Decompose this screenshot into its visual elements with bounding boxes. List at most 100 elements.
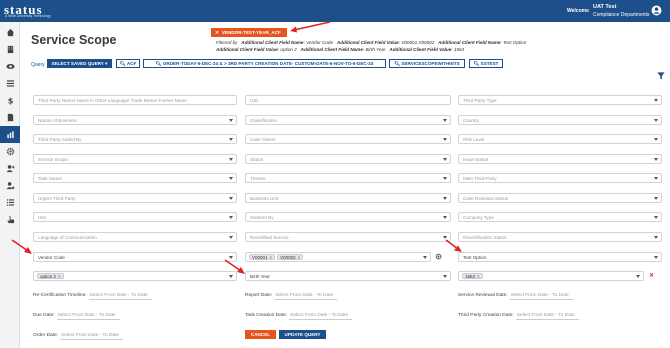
ordered-by-select[interactable]: Ordered By: [245, 212, 451, 222]
uid-input[interactable]: UID: [245, 95, 451, 105]
report-date[interactable]: Report Date: Select From Date - To Date: [245, 293, 338, 300]
chevron-down-icon: [654, 256, 658, 259]
tag-close-icon[interactable]: ×: [58, 274, 61, 279]
sidebar-item-add-user[interactable]: [0, 160, 20, 177]
case-owner-select[interactable]: Case Owner: [245, 134, 451, 144]
recertified-service-select[interactable]: Recertified Service: [245, 232, 451, 242]
building-icon: [7, 45, 13, 54]
tag-label: 1963: [465, 273, 476, 279]
status-select[interactable]: Status: [245, 154, 451, 164]
query-acf-label: ACF: [126, 61, 137, 66]
recertification-status-select[interactable]: Recertification Status: [458, 232, 662, 242]
sidebar-item-documents[interactable]: [0, 109, 20, 126]
case-reviewal-status-select[interactable]: Case Reviewal Status: [458, 193, 662, 203]
query-acf-button[interactable]: 🔍︎ ACF: [116, 59, 140, 68]
query-order-label: ORDER-TODAY-6-DEC-24 & > 3RD PARTY CREAT…: [162, 61, 374, 66]
filter-field-label: Additional Client Field Name: [241, 40, 304, 45]
select-saved-query-dropdown[interactable]: SELECT SAVED QUERY ▾: [47, 59, 112, 68]
date-range-input[interactable]: Select From Date - To Date: [60, 333, 124, 340]
hand-pointer-icon: [6, 215, 14, 224]
active-filter-label: VENDOR-TEST-YEAR_ACF: [221, 30, 281, 35]
tag-chip: option 2 ×: [37, 273, 64, 279]
query-servicescope-button[interactable]: 🔍︎ SERVICESCOPEWITHINTS: [389, 59, 465, 68]
tag-chip: V00001 ×: [249, 254, 276, 260]
service-scope-select[interactable]: Service Scope: [33, 154, 237, 164]
search-icon: 🔍︎: [155, 60, 162, 66]
business-unit-select[interactable]: Business Unit: [245, 193, 451, 203]
sidebar-item-tasks[interactable]: [0, 194, 20, 211]
remove-row-icon[interactable]: ✕: [649, 272, 654, 279]
third-party-added-by-select[interactable]: Third Party Added By: [33, 134, 237, 144]
date-range-input[interactable]: Select From Date - To Date: [88, 293, 152, 300]
chevron-down-icon: [229, 236, 233, 239]
tag-close-icon[interactable]: ×: [298, 255, 301, 260]
date-range-input[interactable]: Select From Date - To Date: [289, 313, 353, 320]
date-label: Order Date:: [33, 333, 59, 338]
date-range-input[interactable]: Select From Date - To Date: [509, 293, 573, 300]
task-creation-date[interactable]: Task Creation Date: Select From Date - To…: [245, 313, 353, 320]
theatre-select[interactable]: Theatre: [245, 173, 451, 183]
main-third-party-select[interactable]: Main Third Party: [458, 173, 662, 183]
date-range-input[interactable]: Select From Date - To Date: [56, 313, 120, 320]
issue-status-select[interactable]: Issue Status: [458, 154, 662, 164]
date-range-input[interactable]: Select From Date - To Date: [274, 293, 338, 300]
urgent-third-party-select[interactable]: Urgent Third Party: [33, 193, 237, 203]
date-label: Task Creation Date:: [245, 313, 288, 318]
active-filter-chip[interactable]: ✕ VENDOR-TEST-YEAR_ACF: [211, 28, 287, 37]
tag-close-icon[interactable]: ×: [477, 274, 480, 279]
filter-field-value: 1963: [453, 47, 465, 52]
third-party-type-select[interactable]: Third Party Type: [458, 95, 662, 105]
vendor-code-select[interactable]: Vendor Code: [33, 252, 237, 262]
filter-field-value: Test Option: [502, 40, 527, 45]
filter-field-label: Additional Client Field Value: [389, 47, 452, 52]
classification-select[interactable]: Classification: [245, 115, 451, 125]
vendor-code-values-select[interactable]: V00001 × V00002 ×: [245, 252, 431, 262]
test-option-values-select[interactable]: option 2 ×: [33, 271, 237, 281]
user-avatar-icon[interactable]: [651, 5, 662, 16]
query-order-button[interactable]: 🔍︎ ORDER-TODAY-6-DEC-24 & > 3RD PARTY CR…: [143, 59, 386, 68]
language-of-communication-select[interactable]: Language of Communication: [33, 232, 237, 242]
task-status-select[interactable]: Task Status: [33, 173, 237, 183]
sidebar-item-view[interactable]: [0, 58, 20, 75]
sidebar-item-home[interactable]: [0, 24, 20, 41]
cancel-button[interactable]: CANCEL: [245, 330, 276, 339]
sidebar-item-reports[interactable]: [0, 126, 20, 143]
country-select[interactable]: Country: [458, 115, 662, 125]
query-sstest-button[interactable]: 🔍︎ SSTEST: [469, 59, 503, 68]
sidebar-item-billing[interactable]: $: [0, 92, 20, 109]
sidebar-item-building[interactable]: [0, 41, 20, 58]
risk-level-select[interactable]: Risk Level: [458, 134, 662, 144]
filter-funnel-icon[interactable]: [657, 72, 665, 80]
filter-field-value: Birth Year: [365, 47, 386, 52]
birth-year-values-select[interactable]: 1963 ×: [458, 271, 644, 281]
nature-of-business-select[interactable]: Nature of Business: [33, 115, 237, 125]
test-option-select[interactable]: Test Option: [458, 252, 662, 262]
recert-timeline-date[interactable]: Re-Certification Timeline: Select From Da…: [33, 293, 152, 300]
birth-year-select[interactable]: Birth Year: [245, 271, 451, 281]
tag-close-icon[interactable]: ×: [270, 255, 273, 260]
filter-field-value: option 2: [280, 47, 297, 52]
hits-select[interactable]: Hits: [33, 212, 237, 222]
service-reviewal-date[interactable]: Service Reviewal Date: Select From Date -…: [458, 293, 573, 300]
filter-field-label: Additional Client Field Name: [300, 47, 363, 52]
sidebar-item-interact[interactable]: [0, 211, 20, 228]
close-icon[interactable]: ✕: [215, 30, 219, 36]
third-party-name-input[interactable]: Third Party Name/ Name in Other Language…: [33, 95, 237, 105]
logo-subtitle: A Wise University Technology: [5, 14, 51, 18]
chevron-down-icon: [229, 158, 233, 161]
third-party-creation-date[interactable]: Third Party Creation Date: Select From Da…: [458, 313, 579, 320]
field-placeholder: Business Unit: [250, 195, 279, 201]
sidebar-item-settings[interactable]: [0, 143, 20, 160]
company-type-select[interactable]: Company Type: [458, 212, 662, 222]
sidebar-item-list[interactable]: [0, 75, 20, 92]
field-placeholder: UID: [250, 97, 258, 103]
order-date[interactable]: Order Date: Select From Date - To Date: [33, 333, 124, 340]
gear-icon[interactable]: [435, 253, 442, 260]
chevron-down-icon: [654, 197, 658, 200]
due-date[interactable]: Due Date: Select From Date - To Date: [33, 313, 120, 320]
sidebar-item-user-settings[interactable]: [0, 177, 20, 194]
field-value: Birth Year: [250, 273, 270, 279]
date-range-input[interactable]: Select From Date - To Date: [515, 313, 579, 320]
update-query-button[interactable]: UPDATE QUERY: [279, 330, 326, 339]
field-placeholder: Company Type: [463, 214, 494, 220]
